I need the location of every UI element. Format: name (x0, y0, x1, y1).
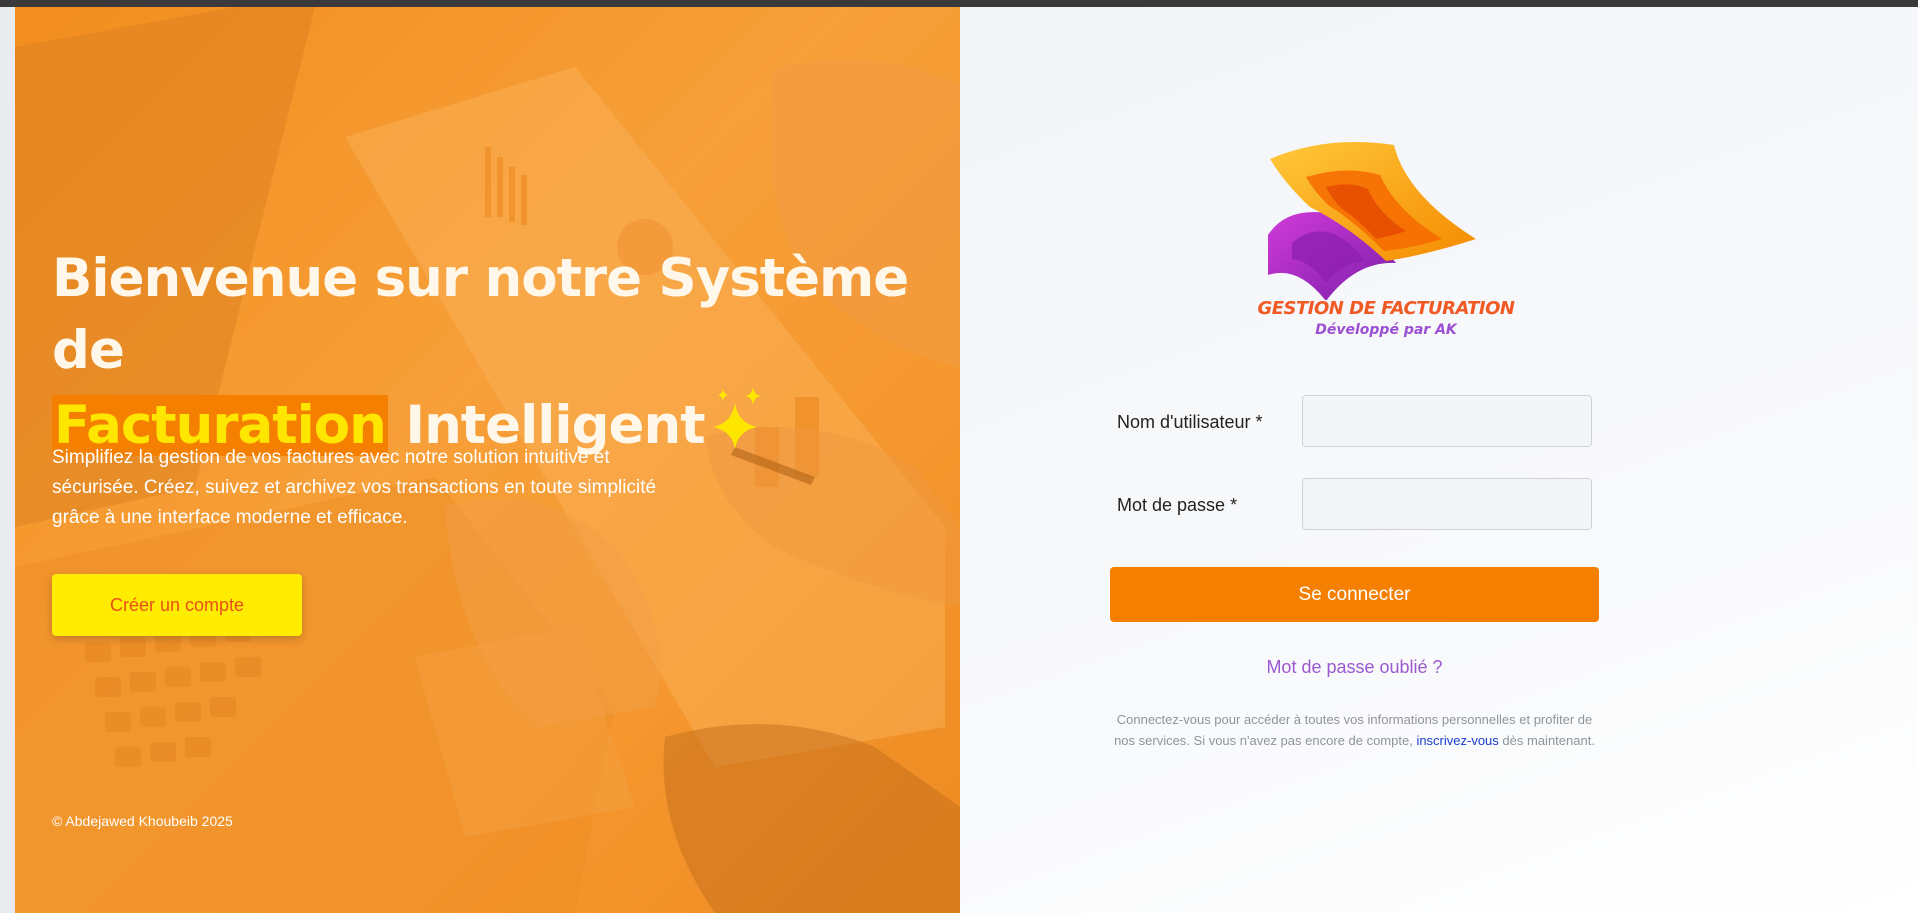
login-button[interactable]: Se connecter (1110, 567, 1599, 622)
left-edge-strip (0, 7, 15, 913)
logo-subtitle: Développé par AK (1315, 322, 1457, 338)
logo-emblem-icon (1268, 142, 1476, 301)
signup-link[interactable]: inscrivez-vous (1416, 733, 1498, 748)
password-label: Mot de passe * (1117, 495, 1238, 515)
hero-description: Simplifiez la gestion de vos factures av… (52, 447, 657, 528)
username-label: Nom d'utilisateur * (1117, 412, 1263, 432)
password-input[interactable] (1302, 478, 1592, 530)
hero-panel: Bienvenue sur notre Système de Facturati… (15, 7, 960, 913)
app-logo: GESTION DE FACTURATION Développé par AK (1246, 135, 1526, 355)
login-info-text: Connectez-vous pour accéder à toutes vos… (1110, 709, 1599, 751)
hero-title: Bienvenue sur notre Système de Facturati… (52, 243, 952, 468)
hero-title-part1: Bienvenue sur notre Système de (52, 248, 909, 381)
create-account-button[interactable]: Créer un compte (52, 574, 302, 636)
copyright-footer: © Abdejawed Khoubeib 2025 (52, 813, 233, 829)
sparkles-icon (712, 387, 765, 468)
logo-title: GESTION DE FACTURATION (1257, 298, 1515, 319)
forgot-password-link[interactable]: Mot de passe oublié ? (1110, 657, 1599, 678)
browser-top-bar (0, 0, 1918, 7)
login-panel: GESTION DE FACTURATION Développé par AK … (960, 7, 1918, 913)
login-info-after: dès maintenant. (1502, 733, 1595, 748)
username-input[interactable] (1302, 395, 1592, 447)
